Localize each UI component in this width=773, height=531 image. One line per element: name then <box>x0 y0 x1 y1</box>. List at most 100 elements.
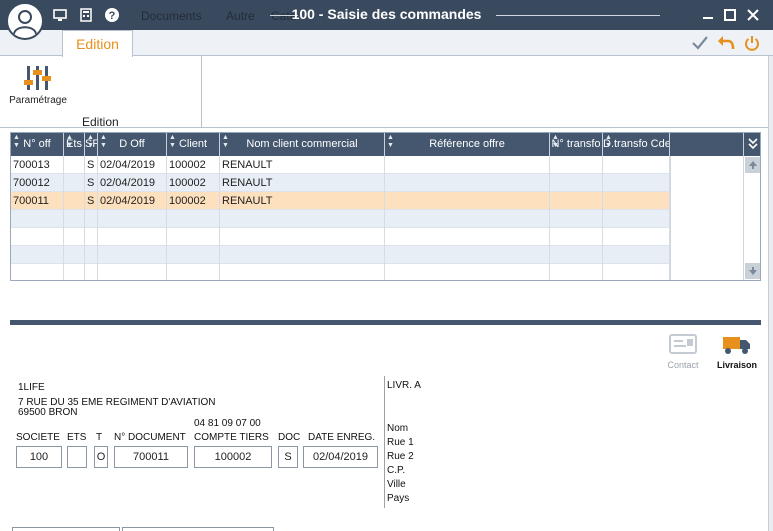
col-header-d-off[interactable]: ▲ ▼ D Off <box>98 133 167 156</box>
grid-header-empty <box>670 133 743 156</box>
doc-field[interactable]: S <box>278 446 298 468</box>
cell-n-off <box>11 210 64 228</box>
cell-ets <box>64 156 85 174</box>
delivery-field-pays: Pays <box>387 493 410 504</box>
societe-field[interactable]: 100 <box>16 446 62 468</box>
label-compte-tiers: COMPTE TIERS <box>194 432 269 443</box>
date-enreg-field[interactable]: 02/04/2019 <box>303 446 378 468</box>
undo-icon[interactable] <box>716 33 736 53</box>
delivery-field-rue2: Rue 2 <box>387 451 414 462</box>
cell-sf: S <box>85 192 98 210</box>
cell-n-off <box>11 228 64 246</box>
contact-button[interactable]: Contact <box>659 328 707 372</box>
table-row[interactable]: 700012 S 02/04/2019 100002 RENAULT <box>11 174 670 192</box>
table-row[interactable] <box>11 210 670 228</box>
power-icon[interactable] <box>742 33 762 53</box>
label-date-enreg: DATE ENREG. <box>308 432 376 443</box>
cell-n-transfo <box>550 246 603 264</box>
cell-sf <box>85 264 98 280</box>
cell-d-off <box>98 264 167 280</box>
col-header-d-transfo-cde[interactable]: ▲ ▼ D.transfo Cde <box>603 133 670 156</box>
table-row[interactable] <box>11 264 670 280</box>
cell-n-off: 700011 <box>11 192 64 210</box>
cell-nom-client <box>220 228 385 246</box>
ets-field[interactable] <box>67 446 87 468</box>
right-edge-panel <box>768 56 773 531</box>
cell-n-off: 700013 <box>11 156 64 174</box>
cell-client: 100002 <box>167 156 220 174</box>
ribbon-group-label: Edition <box>82 115 119 129</box>
col-header-client[interactable]: ▲ ▼ Client <box>167 133 220 156</box>
table-row[interactable] <box>11 246 670 264</box>
cell-reference-offre <box>385 156 550 174</box>
sort-icon: ▲ ▼ <box>87 134 94 149</box>
col-header-nom-client[interactable]: ▲ ▼ Nom client commercial <box>220 133 385 156</box>
cell-d-transfo-cde <box>603 246 670 264</box>
close-button[interactable] <box>744 6 762 24</box>
column-chooser-button[interactable] <box>743 133 760 156</box>
window-title: 100 - Saisie des commandes <box>291 6 482 22</box>
maximize-button[interactable] <box>721 6 739 24</box>
grid-empty-area <box>670 156 743 280</box>
cell-reference-offre <box>385 210 550 228</box>
livraison-button[interactable]: Livraison <box>713 328 761 372</box>
col-header-n-off[interactable]: ▲ ▼ N° off <box>11 133 64 156</box>
col-header-ets[interactable]: ▲ ▼ Ets <box>64 133 85 156</box>
cell-ets <box>64 192 85 210</box>
bottom-tab-2[interactable] <box>122 527 274 531</box>
cell-nom-client <box>220 210 385 228</box>
grid-scrollbar[interactable] <box>743 156 760 280</box>
scroll-up-icon[interactable] <box>745 157 760 173</box>
scroll-down-icon[interactable] <box>745 263 760 279</box>
compte-tiers-field[interactable]: 100002 <box>194 446 272 468</box>
cell-sf <box>85 228 98 246</box>
delivery-divider <box>384 376 385 508</box>
sort-icon: ▲ ▼ <box>13 134 20 149</box>
label-societe: SOCIETE <box>16 432 60 443</box>
cell-ets <box>64 264 85 280</box>
table-row-selected[interactable]: 700011 S 02/04/2019 100002 RENAULT <box>11 192 670 210</box>
tab-edition[interactable]: Edition <box>62 30 133 57</box>
n-document-field[interactable]: 700011 <box>114 446 188 468</box>
cell-n-transfo <box>550 156 603 174</box>
avatar[interactable] <box>6 2 44 40</box>
table-row[interactable]: 700013 S 02/04/2019 100002 RENAULT <box>11 156 670 174</box>
cell-n-transfo <box>550 210 603 228</box>
parametrage-button[interactable]: Paramétrage <box>8 60 68 110</box>
cell-d-transfo-cde <box>603 210 670 228</box>
pane-splitter[interactable] <box>10 320 761 325</box>
t-field[interactable]: O <box>94 446 108 468</box>
cell-reference-offre <box>385 246 550 264</box>
cell-nom-client: RENAULT <box>220 156 385 174</box>
cell-client: 100002 <box>167 174 220 192</box>
col-header-sf[interactable]: ▲ ▼ SF <box>85 133 98 156</box>
delivery-field-rue1: Rue 1 <box>387 437 414 448</box>
ribbon-separator <box>201 56 202 128</box>
cell-client <box>167 246 220 264</box>
cell-client <box>167 228 220 246</box>
table-row[interactable] <box>11 228 670 246</box>
label-t: T <box>96 432 103 443</box>
cell-ets <box>64 174 85 192</box>
cell-d-off: 02/04/2019 <box>98 174 167 192</box>
cell-n-off: 700012 <box>11 174 64 192</box>
cell-reference-offre <box>385 228 550 246</box>
cell-n-off <box>11 246 64 264</box>
sort-icon: ▲ ▼ <box>605 134 612 149</box>
parametrage-label: Paramétrage <box>9 95 67 106</box>
bottom-tab-1[interactable] <box>12 527 120 531</box>
col-header-n-transfo[interactable]: ▲ ▼ N° transfo <box>550 133 603 156</box>
check-icon[interactable] <box>690 33 710 53</box>
col-header-reference-offre[interactable]: ▲ ▼ Référence offre <box>385 133 550 156</box>
cell-d-off <box>98 228 167 246</box>
delivery-field-cp: C.P. <box>387 465 406 476</box>
truck-icon <box>723 337 750 354</box>
label-doc: DOC <box>278 432 301 443</box>
cell-n-transfo <box>550 264 603 280</box>
sort-icon: ▲ ▼ <box>100 134 107 149</box>
cell-sf <box>85 246 98 264</box>
contact-card-icon <box>669 334 697 354</box>
minimize-button[interactable] <box>699 6 717 24</box>
cell-nom-client <box>220 264 385 280</box>
cell-ets <box>64 246 85 264</box>
